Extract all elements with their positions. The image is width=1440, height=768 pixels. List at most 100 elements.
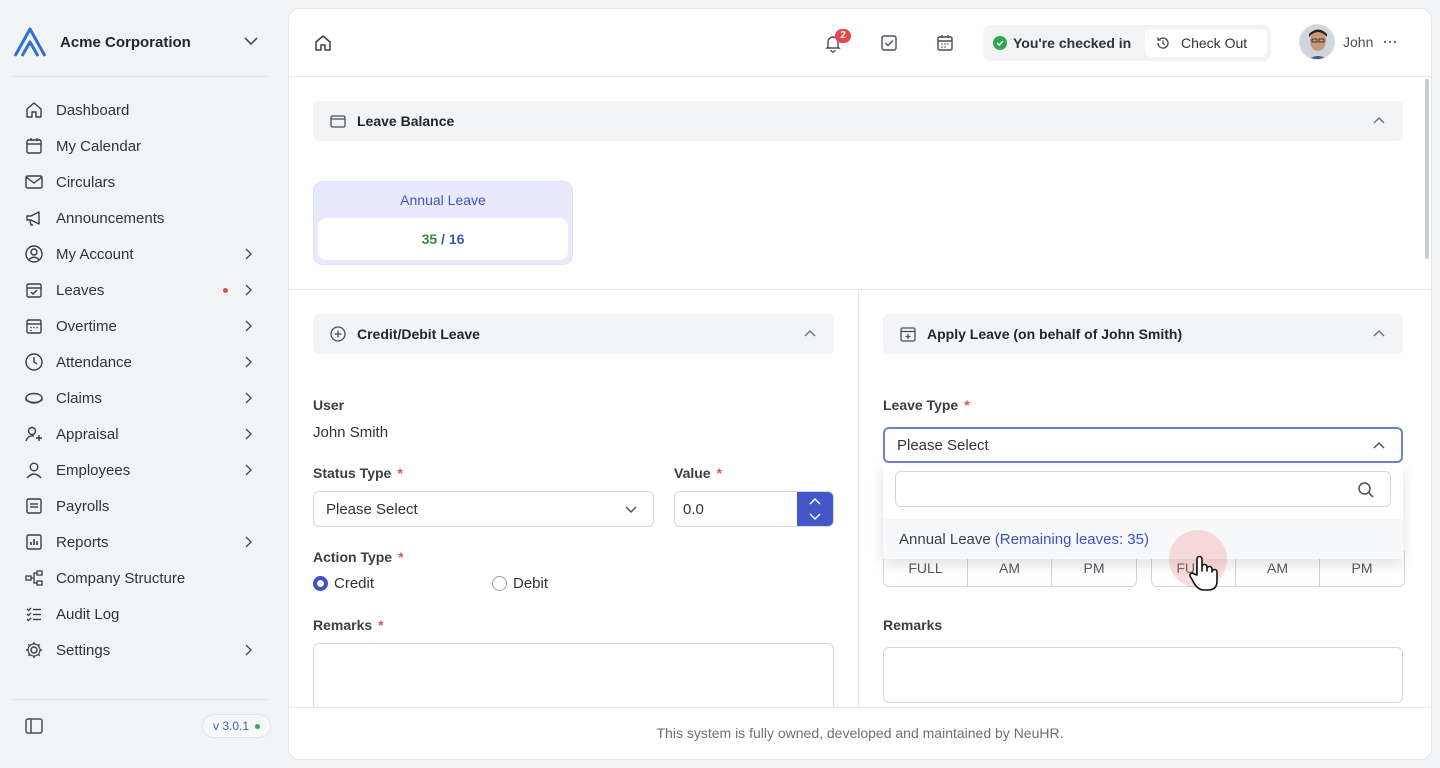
org-switcher[interactable]: Acme Corporation <box>12 24 272 60</box>
plus-circle-icon <box>330 326 346 342</box>
scrollbar[interactable] <box>1425 79 1429 259</box>
sidebar-item-my-account[interactable]: My Account <box>12 236 268 272</box>
value-label: Value * <box>674 465 723 481</box>
user-circle-icon <box>25 245 43 263</box>
apply-remarks-textarea[interactable] <box>883 647 1403 703</box>
dropdown-option-annual-leave[interactable]: Annual Leave (Remaining leaves: 35) <box>883 519 1403 559</box>
option-label: Annual Leave <box>899 530 991 548</box>
status-type-value: Please Select <box>326 500 418 518</box>
chevron-up-icon[interactable] <box>802 326 818 342</box>
sidebar-item-employees[interactable]: Employees <box>12 452 268 488</box>
check-out-button[interactable]: Check Out <box>1145 29 1267 57</box>
sidebar-item-circulars[interactable]: Circulars <box>12 164 268 200</box>
sidebar-item-label: Reports <box>56 533 109 551</box>
chevron-up-icon[interactable] <box>1371 113 1387 129</box>
version-badge: v 3.0.1 <box>202 714 272 738</box>
user-name[interactable]: John <box>1343 34 1373 50</box>
user-value: John Smith <box>313 424 389 441</box>
check-circle-icon <box>993 36 1007 50</box>
section-title: Credit/Debit Leave <box>357 326 480 342</box>
sidebar-item-dashboard[interactable]: Dashboard <box>12 92 268 128</box>
sidebar-item-reports[interactable]: Reports <box>12 524 268 560</box>
sidebar-footer: v 3.0.1 <box>0 708 288 744</box>
sidebar-item-label: Payrolls <box>56 497 110 515</box>
sidebar-item-overtime[interactable]: Overtime <box>12 308 268 344</box>
org-name: Acme Corporation <box>60 33 191 51</box>
chevron-right-icon <box>245 320 252 332</box>
clock-rewind-icon <box>1157 37 1169 49</box>
sidebar-item-my-calendar[interactable]: My Calendar <box>12 128 268 164</box>
leave-balance-header[interactable]: Leave Balance <box>313 101 1403 141</box>
option-remaining: (Remaining leaves: 35) <box>994 530 1149 548</box>
chevron-up-icon <box>1373 442 1385 449</box>
credit-debit-header[interactable]: Credit/Debit Leave <box>313 314 834 354</box>
section-title: Apply Leave (on behalf of John Smith) <box>927 326 1183 342</box>
sidebar-toggle-icon[interactable] <box>24 716 44 736</box>
debit-label: Debit <box>513 575 549 592</box>
task-check-icon[interactable] <box>879 33 899 53</box>
leave-used: 35 <box>421 231 438 247</box>
footer: This system is fully owned, developed an… <box>289 707 1431 759</box>
company-logo-icon <box>13 27 47 57</box>
apply-remarks-label: Remarks <box>883 617 943 633</box>
sidebar-item-announcements[interactable]: Announcements <box>12 200 268 236</box>
sidebar-item-appraisal[interactable]: Appraisal <box>12 416 268 452</box>
sidebar-item-label: Dashboard <box>56 101 130 119</box>
more-horizontal-icon[interactable] <box>1381 33 1399 51</box>
main-panel: 2 You're checked in Check Out John Leave… <box>288 8 1432 760</box>
divider <box>289 289 1431 290</box>
leave-balance-value: 35 / 16 <box>318 218 568 260</box>
leave-type-label: Leave Type * <box>883 397 970 413</box>
leave-balance-card: Annual Leave 35 / 16 <box>313 181 573 265</box>
apply-leave-header[interactable]: Apply Leave (on behalf of John Smith) <box>883 314 1403 354</box>
avatar[interactable] <box>1299 24 1335 60</box>
section-title: Leave Balance <box>357 113 455 129</box>
chevron-down-icon <box>625 506 637 513</box>
sidebar-item-leaves[interactable]: Leaves <box>12 272 268 308</box>
topbar: 2 You're checked in Check Out John <box>289 9 1431 77</box>
sidebar-item-payrolls[interactable]: Payrolls <box>12 488 268 524</box>
sidebar-item-settings[interactable]: Settings <box>12 632 268 668</box>
status-dot <box>255 723 261 729</box>
number-stepper[interactable] <box>797 492 833 526</box>
sidebar-item-label: Circulars <box>56 173 116 191</box>
checkin-status-text: You're checked in <box>1013 35 1132 51</box>
hand-pointer-icon <box>1189 555 1218 591</box>
sidebar-item-label: Appraisal <box>56 425 119 443</box>
chart-icon <box>26 534 42 550</box>
chevron-right-icon <box>245 464 252 476</box>
version-text: v 3.0.1 <box>213 719 250 733</box>
status-type-select[interactable]: Please Select <box>313 491 654 527</box>
sidebar-item-company-structure[interactable]: Company Structure <box>12 560 268 596</box>
value-input[interactable]: 0.0 <box>674 491 834 527</box>
credit-radio[interactable]: Credit <box>313 575 374 592</box>
divider <box>12 699 268 700</box>
check-out-label: Check Out <box>1181 35 1248 51</box>
calendar-plus-icon <box>900 327 916 342</box>
mail-icon <box>25 175 43 189</box>
chevron-up-icon[interactable] <box>1371 326 1387 342</box>
leave-type-value: Please Select <box>897 436 989 454</box>
home-icon[interactable] <box>313 33 333 53</box>
sidebar-item-label: Claims <box>56 389 102 407</box>
chevron-right-icon <box>245 392 252 404</box>
sidebar-item-label: Employees <box>56 461 131 479</box>
notification-dot <box>223 288 228 293</box>
sidebar-item-claims[interactable]: Claims <box>12 380 268 416</box>
sidebar-item-label: Company Structure <box>56 569 186 587</box>
sidebar-item-label: Announcements <box>56 209 165 227</box>
list-check-icon <box>26 607 41 622</box>
user-label: User <box>313 397 345 413</box>
sidebar-item-attendance[interactable]: Attendance <box>12 344 268 380</box>
leave-type-select[interactable]: Please Select <box>883 427 1403 463</box>
sidebar-item-label: Leaves <box>56 281 105 299</box>
chevron-down-icon[interactable] <box>242 32 260 50</box>
credit-label: Credit <box>334 575 375 592</box>
debit-radio[interactable]: Debit <box>492 575 548 592</box>
dropdown-search-input[interactable] <box>895 471 1391 507</box>
calendar-icon[interactable] <box>935 33 955 53</box>
radio-checked-icon <box>313 576 328 591</box>
sidebar-item-audit-log[interactable]: Audit Log <box>12 596 268 632</box>
coins-icon <box>25 392 43 404</box>
checkin-status-panel: You're checked in Check Out <box>983 25 1271 61</box>
